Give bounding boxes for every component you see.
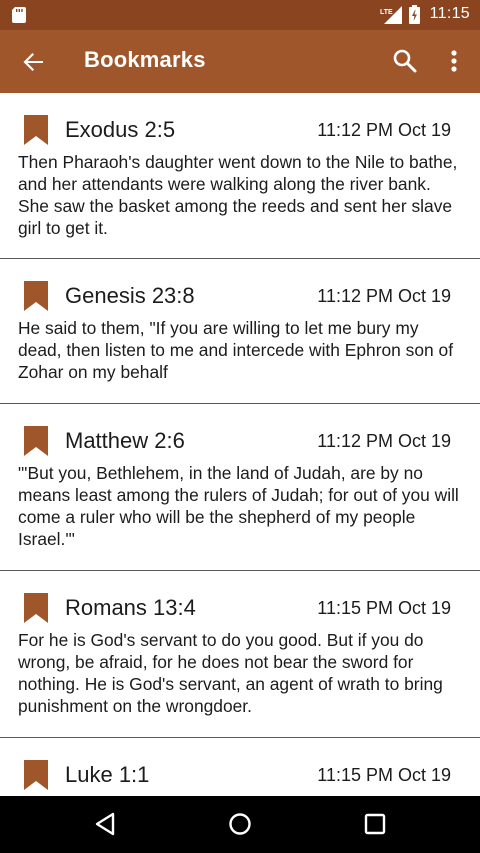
bookmark-item[interactable]: Luke 1:1 11:15 PM Oct 19 xyxy=(0,738,480,796)
bookmark-reference: Genesis 23:8 xyxy=(65,283,195,308)
sd-card-icon xyxy=(12,7,26,23)
bookmark-item[interactable]: Romans 13:4 11:15 PM Oct 19 For he is Go… xyxy=(0,571,480,738)
nav-home-icon[interactable] xyxy=(226,810,254,838)
battery-icon xyxy=(409,5,420,24)
app-bar: Bookmarks xyxy=(0,30,480,93)
bookmark-verse-text: "'But you, Bethlehem, in the land of Jud… xyxy=(18,463,459,549)
bookmark-reference: Exodus 2:5 xyxy=(65,117,176,142)
more-vert-icon[interactable] xyxy=(440,45,468,77)
bookmark-reference: Romans 13:4 xyxy=(65,595,196,620)
back-arrow-icon[interactable] xyxy=(17,46,49,78)
bookmark-reference: Luke 1:1 xyxy=(65,762,150,787)
bookmark-icon xyxy=(24,426,48,456)
signal-lte-icon: LTE xyxy=(380,6,402,24)
bookmark-icon xyxy=(24,115,48,145)
nav-back-icon[interactable] xyxy=(91,810,119,838)
network-type: LTE xyxy=(380,9,393,16)
bookmark-item[interactable]: Genesis 23:8 11:12 PM Oct 19 He said to … xyxy=(0,259,480,404)
page-title: Bookmarks xyxy=(84,47,206,72)
bookmark-timestamp: 11:12 PM Oct 19 xyxy=(317,431,451,451)
bookmark-item[interactable]: Matthew 2:6 11:12 PM Oct 19 "'But you, B… xyxy=(0,404,480,571)
bookmark-timestamp: 11:15 PM Oct 19 xyxy=(317,598,451,618)
bookmark-item[interactable]: Exodus 2:5 11:12 PM Oct 19 Then Pharaoh'… xyxy=(0,93,480,259)
status-time: 11:15 xyxy=(429,5,470,22)
bookmark-icon xyxy=(24,760,48,790)
navigation-bar xyxy=(0,796,480,853)
bookmark-verse-text: Then Pharaoh's daughter went down to the… xyxy=(18,152,458,238)
bookmark-timestamp: 11:15 PM Oct 19 xyxy=(317,765,451,785)
bookmark-timestamp: 11:12 PM Oct 19 xyxy=(317,120,451,140)
bookmark-verse-text: For he is God's servant to do you good. … xyxy=(18,630,443,716)
bookmark-icon xyxy=(24,593,48,623)
bookmark-list: Exodus 2:5 11:12 PM Oct 19 Then Pharaoh'… xyxy=(0,93,480,796)
status-bar: LTE 11:15 xyxy=(0,0,480,30)
nav-recents-icon[interactable] xyxy=(361,810,389,838)
bookmark-timestamp: 11:12 PM Oct 19 xyxy=(317,286,451,306)
search-icon[interactable] xyxy=(389,45,421,77)
bookmark-reference: Matthew 2:6 xyxy=(65,428,185,453)
bookmark-verse-text: He said to them, "If you are willing to … xyxy=(18,318,454,382)
bookmark-icon xyxy=(24,281,48,311)
